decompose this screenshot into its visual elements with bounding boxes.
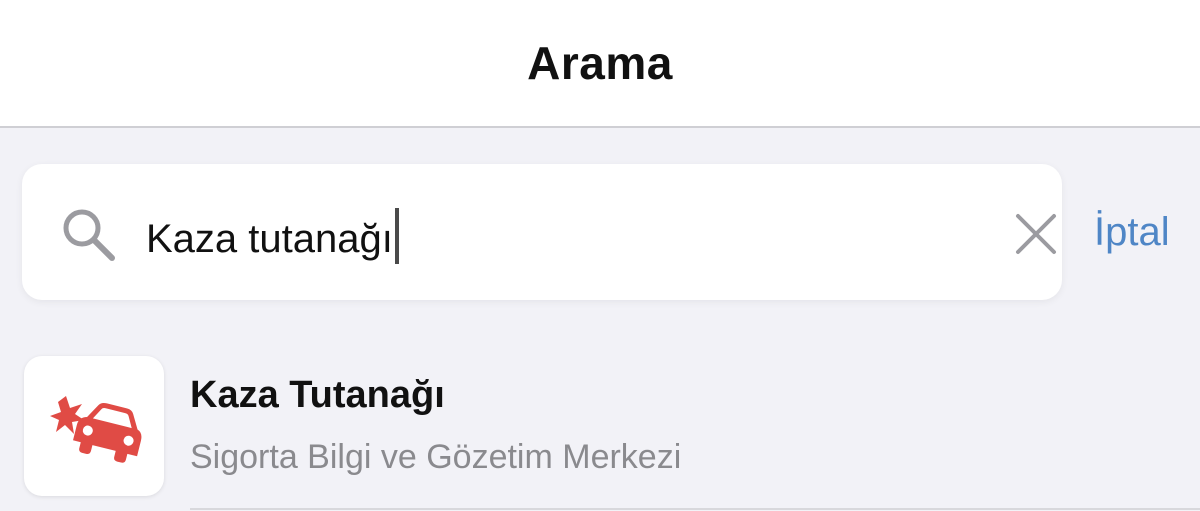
- search-bar[interactable]: Kaza tutanağı: [22, 164, 1062, 300]
- app-icon: [24, 356, 164, 496]
- page-title: Arama: [527, 37, 673, 89]
- clear-icon[interactable]: [1014, 212, 1058, 256]
- search-query: Kaza tutanağı: [146, 217, 393, 261]
- list-item[interactable]: Kaza Tutanağı Sigorta Bilgi ve Gözetim M…: [22, 352, 1200, 511]
- result-subtitle: Sigorta Bilgi ve Gözetim Merkezi: [190, 438, 682, 476]
- cancel-button[interactable]: İptal: [1094, 210, 1170, 255]
- search-icon: [63, 209, 115, 261]
- navigation-bar: Arama: [0, 0, 1200, 128]
- text-cursor: [394, 208, 399, 264]
- car-crash-icon: [50, 396, 142, 463]
- search-input[interactable]: Kaza tutanağı: [146, 208, 399, 264]
- result-title: Kaza Tutanağı: [190, 374, 445, 416]
- divider: [190, 508, 1200, 510]
